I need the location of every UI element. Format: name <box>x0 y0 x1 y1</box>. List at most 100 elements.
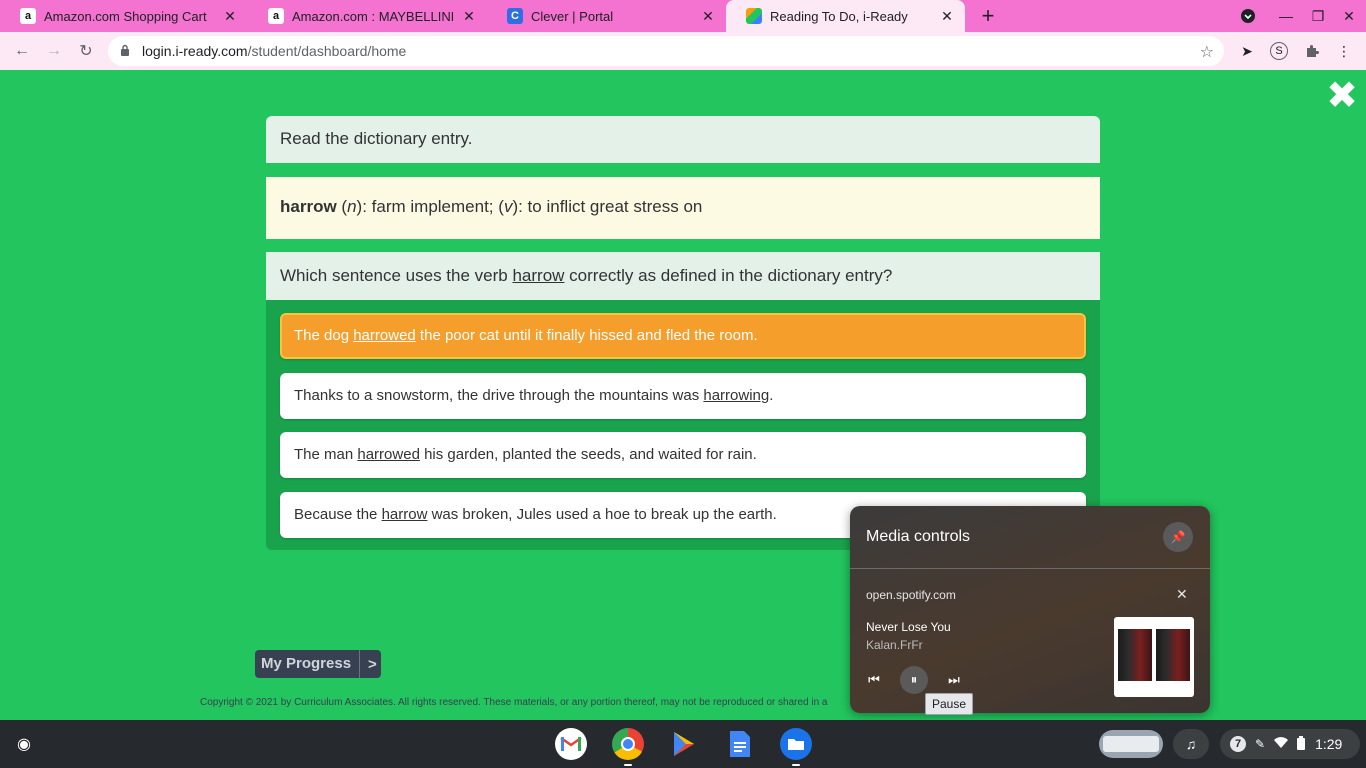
copyright-text: Copyright © 2021 by Curriculum Associate… <box>200 697 828 708</box>
next-track-icon[interactable]: ⏭ <box>940 666 968 694</box>
gmail-app-icon[interactable] <box>555 728 587 760</box>
entry-word: harrow <box>280 197 337 216</box>
bookmark-star-icon[interactable]: ☆ <box>1200 42 1214 62</box>
entry-pos-verb: v <box>503 197 513 216</box>
tab-search-chevron-icon[interactable] <box>1238 6 1258 26</box>
puzzle-extensions-icon[interactable] <box>1302 41 1322 61</box>
album-art <box>1114 617 1194 697</box>
back-arrow-icon[interactable]: ← <box>10 39 34 63</box>
answer-word: harrowed <box>353 327 416 344</box>
close-media-icon[interactable]: ✕ <box>1176 586 1188 603</box>
answer-text: Thanks to a snowstorm, the drive through… <box>294 387 704 404</box>
lock-icon <box>120 44 134 59</box>
answer-text: The dog <box>294 327 354 344</box>
close-tab-icon[interactable]: ✕ <box>700 8 716 24</box>
question-text-before: Which sentence uses the verb <box>280 266 513 285</box>
forward-arrow-icon[interactable]: → <box>42 39 66 63</box>
close-lesson-icon[interactable]: ✖ <box>1326 77 1358 115</box>
close-tab-icon[interactable]: ✕ <box>222 8 238 24</box>
question-word: harrow <box>512 266 565 285</box>
play-store-app-icon[interactable] <box>668 728 700 760</box>
cursor-extension-icon[interactable]: ➤ <box>1237 41 1257 61</box>
battery-icon <box>1297 735 1306 753</box>
entry-pos-noun: n <box>347 197 357 216</box>
running-indicator <box>624 764 632 766</box>
answer-text: Because the <box>294 506 382 523</box>
minimize-icon[interactable]: — <box>1276 6 1296 26</box>
files-app-icon[interactable] <box>780 728 812 766</box>
url-host: login.i-ready.com <box>142 43 248 59</box>
close-tab-icon[interactable]: ✕ <box>461 8 477 24</box>
reload-icon[interactable]: ↻ <box>74 39 98 63</box>
restore-icon[interactable]: ❐ <box>1308 6 1328 26</box>
pin-icon[interactable]: 📌 <box>1163 522 1193 552</box>
track-title: Never Lose You <box>866 620 951 634</box>
chevron-right-icon: > <box>368 655 377 673</box>
tab-clever-portal[interactable]: C Clever | Portal ✕ <box>487 0 726 32</box>
question-text-after: correctly as defined in the dictionary e… <box>564 266 893 285</box>
tab-title: Reading To Do, i-Ready <box>770 8 908 24</box>
instruction-text: Read the dictionary entry. <box>280 129 473 148</box>
media-controls-popup: Media controls 📌 open.spotify.com ✕ Neve… <box>850 506 1210 713</box>
new-tab-plus-icon[interactable]: + <box>976 3 1000 28</box>
dictionary-entry-panel: harrow (n): farm implement; (v): to infl… <box>266 177 1100 239</box>
answer-option-1[interactable]: The dog harrowed the poor cat until it f… <box>280 313 1086 359</box>
tab-amazon-maybelline[interactable]: a Amazon.com : MAYBELLINE Fit M ✕ <box>248 0 487 32</box>
my-progress-button[interactable]: My Progress > <box>255 650 381 678</box>
thumbnail-preview <box>1103 736 1159 752</box>
media-origin: open.spotify.com <box>866 588 956 602</box>
close-tab-icon[interactable]: ✕ <box>939 8 955 24</box>
previous-track-icon[interactable]: ⏮ <box>860 666 888 694</box>
notification-count-badge: 7 <box>1230 736 1246 752</box>
media-controls-title: Media controls <box>866 528 971 545</box>
instruction-panel: Read the dictionary entry. <box>266 116 1100 163</box>
status-area[interactable]: 7 ✎ 1:29 <box>1220 729 1360 759</box>
pause-tooltip: Pause <box>925 693 974 715</box>
tab-iready[interactable]: Reading To Do, i-Ready ✕ <box>726 0 965 32</box>
answer-text: The man <box>294 446 358 463</box>
media-tray-icon[interactable]: ♫ <box>1173 729 1209 759</box>
answer-text: the poor cat until it finally hissed and… <box>415 327 758 344</box>
url-path: /student/dashboard/home <box>247 43 407 59</box>
divider <box>850 568 1210 569</box>
answer-text: was broken, Jules used a hoe to break up… <box>427 506 777 523</box>
address-bar[interactable]: login.i-ready.com/student/dashboard/home… <box>108 36 1224 66</box>
entry-def-noun: : farm implement; <box>362 197 499 216</box>
browser-menu-icon[interactable]: ⋮ <box>1334 41 1354 61</box>
tab-amazon-cart[interactable]: a Amazon.com Shopping Cart ✕ <box>0 0 248 32</box>
wifi-icon <box>1274 736 1289 752</box>
amazon-favicon-icon: a <box>268 8 284 24</box>
pause-icon[interactable]: ⏸ <box>900 666 928 694</box>
answer-text: . <box>769 387 774 404</box>
album-art-image <box>1156 629 1190 681</box>
tab-title: Amazon.com Shopping Cart <box>44 8 207 24</box>
answer-option-3[interactable]: The man harrowed his garden, planted the… <box>280 432 1086 478</box>
browser-toolbar: ← → ↻ login.i-ready.com/student/dashboar… <box>0 32 1366 70</box>
track-artist: Kalan.FrFr <box>866 638 923 652</box>
answer-word: harrowing <box>703 387 770 404</box>
album-art-image <box>1118 629 1152 681</box>
tab-strip: a Amazon.com Shopping Cart ✕ a Amazon.co… <box>0 0 1366 32</box>
tab-title: Clever | Portal <box>531 8 614 24</box>
tab-title: Amazon.com : MAYBELLINE Fit M <box>292 8 453 24</box>
answer-word: harrow <box>381 506 428 523</box>
entry-def-verb: : to inflict great stress on <box>518 197 703 216</box>
clever-favicon-icon: C <box>507 8 523 24</box>
my-progress-label: My Progress <box>255 650 361 678</box>
close-window-icon[interactable]: ✕ <box>1339 6 1359 26</box>
answer-option-2[interactable]: Thanks to a snowstorm, the drive through… <box>280 373 1086 419</box>
iready-favicon-icon <box>746 8 762 24</box>
clock-time: 1:29 <box>1315 736 1343 752</box>
running-indicator <box>792 764 800 766</box>
answer-text: his garden, planted the seeds, and waite… <box>419 446 757 463</box>
amazon-favicon-icon: a <box>20 8 36 24</box>
profile-letter: S <box>1270 42 1288 60</box>
holding-space-thumbnail[interactable] <box>1099 730 1163 758</box>
launcher-icon[interactable]: ◉ <box>12 732 36 756</box>
chrome-app-icon[interactable] <box>612 728 644 766</box>
profile-extension-icon[interactable]: S <box>1269 41 1289 61</box>
question-panel: Which sentence uses the verb harrow corr… <box>266 252 1100 300</box>
stylus-icon: ✎ <box>1255 737 1266 751</box>
answer-word: harrowed <box>357 446 420 463</box>
docs-app-icon[interactable] <box>724 728 756 760</box>
